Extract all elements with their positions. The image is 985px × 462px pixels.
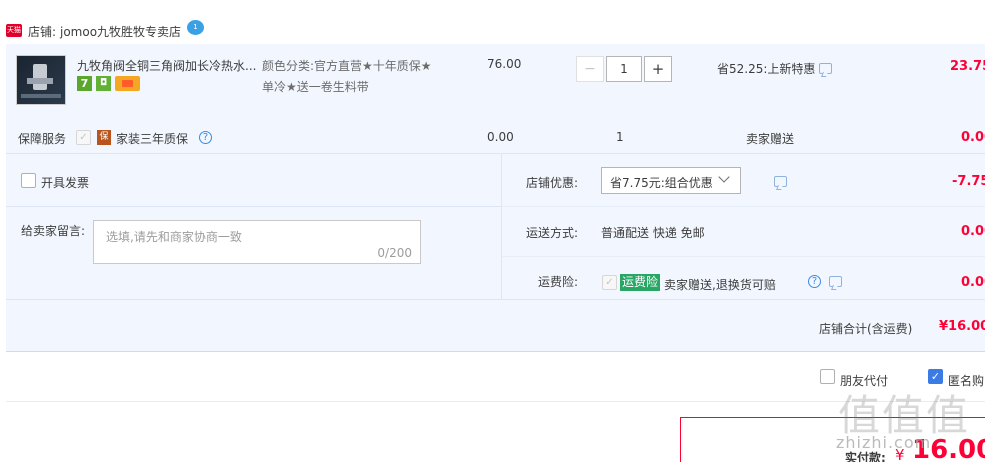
quantity-increase-button[interactable]: +: [644, 56, 672, 82]
message-placeholder: 选填,请先和商家协商一致: [106, 230, 242, 244]
store-total-value: ¥16.00: [939, 319, 985, 334]
insurance-chat-icon[interactable]: [828, 276, 842, 287]
insurance-tag: 运费险: [620, 274, 661, 291]
service-checkbox[interactable]: ✓: [76, 130, 91, 145]
order-item-panel: [6, 44, 985, 352]
shop-name-link[interactable]: jomoo九牧胜牧专卖店: [60, 23, 181, 40]
row-divider: [502, 206, 985, 207]
sku-info-line2: 单冷★送一卷生料带: [262, 80, 369, 94]
shipping-value: 普通配送 快递 免邮: [601, 226, 705, 240]
sku-info: 颜色分类:官方直营★十年质保★: [262, 59, 432, 73]
quantity-input[interactable]: 1: [606, 56, 642, 82]
discount-chat-icon[interactable]: [773, 176, 787, 187]
unit-price: 76.00: [487, 57, 522, 71]
seven-day-return-icon: 7: [77, 76, 92, 91]
product-title-link[interactable]: 九牧角阀全铜三角阀加长冷热水...: [77, 57, 256, 74]
promo-text: 省52.25:上新特惠: [717, 62, 816, 76]
invoice-checkbox[interactable]: [21, 173, 36, 188]
store-discount-label: 店铺优惠:: [526, 176, 579, 190]
insurance-amount: 0.00: [961, 275, 985, 290]
service-help-icon[interactable]: ?: [199, 131, 212, 144]
column-divider: [501, 154, 502, 299]
row-divider: [502, 256, 985, 257]
service-subtotal: 0.00: [961, 130, 985, 145]
row-divider: [6, 206, 502, 207]
message-label: 给卖家留言:: [21, 224, 86, 238]
product-image-detail: [27, 78, 53, 84]
shop-label: 店铺:: [28, 25, 57, 39]
chevron-down-icon: [718, 171, 730, 183]
divider: [6, 153, 985, 154]
watermark-glyph: 值: [926, 391, 969, 440]
credit-card-icon: [115, 76, 140, 91]
message-textarea[interactable]: 选填,请先和商家协商一致 0/200: [93, 220, 421, 264]
store-discount-value: 省7.75元:组合优惠: [610, 176, 713, 190]
store-discount-amount: -7.75: [952, 174, 985, 189]
product-thumbnail[interactable]: [16, 55, 66, 105]
store-discount-select[interactable]: 省7.75元:组合优惠: [601, 167, 741, 194]
store-total-label: 店铺合计(含运费): [819, 322, 913, 336]
watermark-site: zhizhi.com: [836, 433, 932, 452]
product-image-detail: [33, 64, 47, 90]
quantity-decrease-button[interactable]: −: [576, 56, 604, 82]
quantity-stepper: − 1 +: [576, 56, 672, 82]
insurance-desc: 卖家赠送,退换货可赔: [664, 278, 776, 292]
service-name: 家装三年质保: [116, 132, 189, 146]
tmall-icon: 天猫: [6, 24, 22, 37]
insurance-help-icon[interactable]: ?: [808, 275, 821, 288]
promo-chat-icon[interactable]: [819, 63, 832, 74]
invoice-label: 开具发票: [41, 176, 90, 190]
shop-chat-icon[interactable]: 1: [187, 20, 204, 35]
service-note: 卖家赠送: [746, 132, 795, 146]
shop-badge-icon: ◘: [96, 76, 111, 91]
shipping-label: 运送方式:: [526, 226, 579, 240]
service-label: 保障服务: [18, 132, 67, 146]
friend-pay-checkbox[interactable]: [820, 369, 835, 384]
warranty-icon: 保: [97, 130, 111, 145]
product-image-detail: [21, 94, 61, 98]
shop-header: 天猫 店铺: jomoo九牧胜牧专卖店 1: [0, 18, 985, 44]
insurance-label: 运费险:: [538, 275, 579, 289]
shipping-amount: 0.00: [961, 224, 985, 239]
insurance-checkbox[interactable]: ✓: [602, 275, 617, 290]
message-counter: 0/200: [377, 246, 412, 260]
item-subtotal: 23.75: [950, 59, 985, 74]
service-qty: 1: [616, 130, 624, 144]
service-price: 0.00: [487, 130, 514, 144]
divider: [6, 299, 985, 300]
